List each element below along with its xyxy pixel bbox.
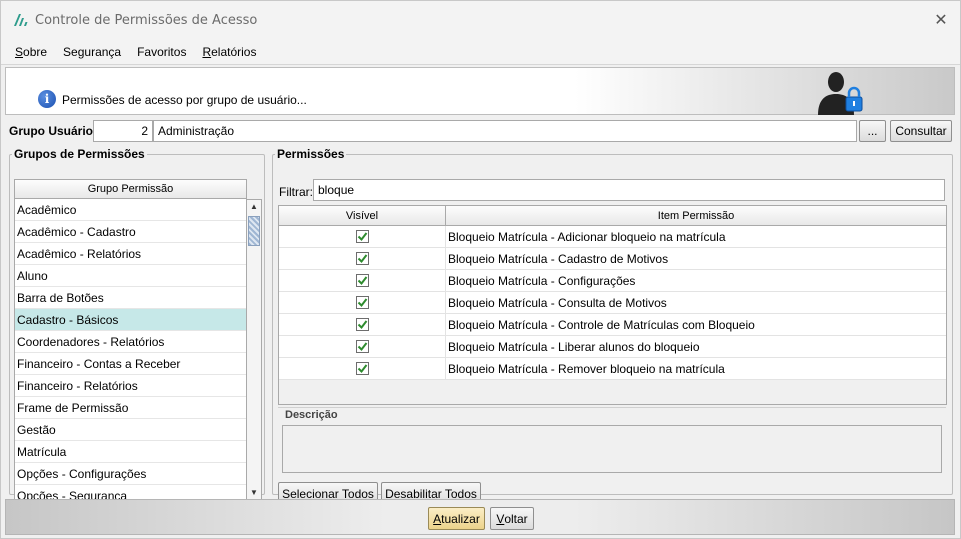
permission-item-cell: Bloqueio Matrícula - Controle de Matrícu… <box>448 318 755 332</box>
permission-row[interactable]: Bloqueio Matrícula - Adicionar bloqueio … <box>279 226 946 248</box>
permission-row[interactable]: Bloqueio Matrícula - Configurações <box>279 270 946 292</box>
permission-row[interactable]: Bloqueio Matrícula - Controle de Matrícu… <box>279 314 946 336</box>
scroll-thumb[interactable] <box>248 216 260 246</box>
visible-cell <box>279 336 446 357</box>
permission-row[interactable]: Bloqueio Matrícula - Liberar alunos do b… <box>279 336 946 358</box>
permission-group-item[interactable]: Aluno <box>15 265 246 287</box>
user-group-name-field[interactable]: Administração <box>153 120 857 142</box>
permission-item-cell: Bloqueio Matrícula - Remover bloqueio na… <box>448 362 725 376</box>
visible-checkbox[interactable] <box>355 362 369 375</box>
user-group-row: Grupo Usuário: 2 Administração ... Consu… <box>7 120 953 142</box>
permission-groups-list: Acadêmico Acadêmico - Cadastro Acadêmico -… <box>14 199 247 503</box>
update-button[interactable]: Atualizar <box>428 507 485 530</box>
permission-group-item[interactable]: Gestão <box>15 419 246 441</box>
footer-bar: Atualizar Voltar <box>5 499 955 535</box>
permission-item-cell: Bloqueio Matrícula - Consulta de Motivos <box>448 296 667 310</box>
permission-group-item[interactable]: Acadêmico - Relatórios <box>15 243 246 265</box>
permission-item-cell: Bloqueio Matrícula - Configurações <box>448 274 636 288</box>
permission-row[interactable]: Bloqueio Matrícula - Cadastro de Motivos <box>279 248 946 270</box>
visible-checkbox[interactable] <box>355 274 369 287</box>
user-group-label: Grupo Usuário: <box>9 124 98 138</box>
menu-bar: Sobre Segurança Favoritos Relatórios <box>1 39 960 65</box>
permission-groups-panel: Grupos de Permissões Grupo Permissão Aca… <box>9 147 265 503</box>
banner-text: Permissões de acesso por grupo de usuári… <box>62 93 307 107</box>
permission-group-item[interactable]: Cadastro - Básicos <box>15 309 246 331</box>
check-icon <box>357 364 367 374</box>
check-icon <box>357 342 367 352</box>
description-label: Descrição <box>283 409 340 421</box>
menu-seguranca[interactable]: Segurança <box>63 45 121 59</box>
visible-checkbox[interactable] <box>355 296 369 309</box>
permission-item-cell: Bloqueio Matrícula - Liberar alunos do b… <box>448 340 700 354</box>
title-bar: Controle de Permissões de Acesso ✕ <box>1 1 960 39</box>
user-group-code-field[interactable]: 2 <box>93 120 153 142</box>
check-icon <box>357 254 367 264</box>
menu-sobre[interactable]: Sobre <box>15 45 47 59</box>
app-logo-icon <box>14 14 28 26</box>
visible-cell <box>279 226 446 247</box>
visible-checkbox[interactable] <box>355 318 369 331</box>
visible-cell <box>279 314 446 335</box>
browse-button[interactable]: ... <box>859 120 886 142</box>
permission-group-item[interactable]: Frame de Permissão <box>15 397 246 419</box>
filter-input[interactable]: bloque <box>313 179 945 201</box>
scroll-up-icon[interactable]: ▲ <box>249 202 259 214</box>
visible-cell <box>279 358 446 379</box>
check-icon <box>357 320 367 330</box>
user-lock-icon <box>818 72 863 115</box>
visible-cell <box>279 248 446 269</box>
column-header-item[interactable]: Item Permissão <box>446 206 946 225</box>
column-header-visible[interactable]: Visível <box>279 206 446 225</box>
window-title: Controle de Permissões de Acesso <box>35 13 258 28</box>
description-field <box>282 425 942 473</box>
permission-row[interactable]: Bloqueio Matrícula - Consulta de Motivos <box>279 292 946 314</box>
visible-cell <box>279 292 446 313</box>
check-icon <box>357 276 367 286</box>
permission-group-item[interactable]: Coordenadores - Relatórios <box>15 331 246 353</box>
permissions-grid-header: Visível Item Permissão <box>279 206 946 226</box>
visible-checkbox[interactable] <box>355 340 369 353</box>
permission-group-item[interactable]: Acadêmico - Cadastro <box>15 221 246 243</box>
permission-item-cell: Bloqueio Matrícula - Cadastro de Motivos <box>448 252 669 266</box>
header-banner: i Permissões de acesso por grupo de usuá… <box>5 67 955 115</box>
permissions-panel: Permissões Filtrar: bloque Visível Item … <box>272 147 953 505</box>
permission-groups-scrollbar[interactable]: ▲ ▼ <box>247 199 262 503</box>
close-icon[interactable]: ✕ <box>930 9 952 31</box>
permission-group-item[interactable]: Financeiro - Contas a Receber <box>15 353 246 375</box>
filter-label: Filtrar: <box>279 185 313 199</box>
permission-groups-column-header[interactable]: Grupo Permissão <box>14 179 247 199</box>
permission-group-item[interactable]: Matrícula <box>15 441 246 463</box>
check-icon <box>357 298 367 308</box>
permission-group-item[interactable]: Acadêmico <box>15 199 246 221</box>
permissions-grid: Visível Item Permissão Bloqueio Matrícul… <box>278 205 947 405</box>
permission-row[interactable]: Bloqueio Matrícula - Remover bloqueio na… <box>279 358 946 380</box>
check-icon <box>357 232 367 242</box>
permission-groups-legend: Grupos de Permissões <box>14 147 145 161</box>
permission-group-item[interactable]: Barra de Botões <box>15 287 246 309</box>
permission-group-item[interactable]: Financeiro - Relatórios <box>15 375 246 397</box>
consult-button[interactable]: Consultar <box>890 120 952 142</box>
back-button[interactable]: Voltar <box>490 507 534 530</box>
permissions-legend: Permissões <box>277 147 345 161</box>
visible-cell <box>279 270 446 291</box>
menu-relatorios[interactable]: Relatórios <box>202 45 256 59</box>
main-window: Controle de Permissões de Acesso ✕ Sobre… <box>0 0 961 539</box>
visible-checkbox[interactable] <box>355 230 369 243</box>
info-icon: i <box>38 90 56 108</box>
permission-group-item[interactable]: Opções - Configurações <box>15 463 246 485</box>
permission-item-cell: Bloqueio Matrícula - Adicionar bloqueio … <box>448 230 726 244</box>
menu-favoritos[interactable]: Favoritos <box>137 45 186 59</box>
permissions-grid-body: Bloqueio Matrícula - Adicionar bloqueio … <box>279 226 946 380</box>
visible-checkbox[interactable] <box>355 252 369 265</box>
